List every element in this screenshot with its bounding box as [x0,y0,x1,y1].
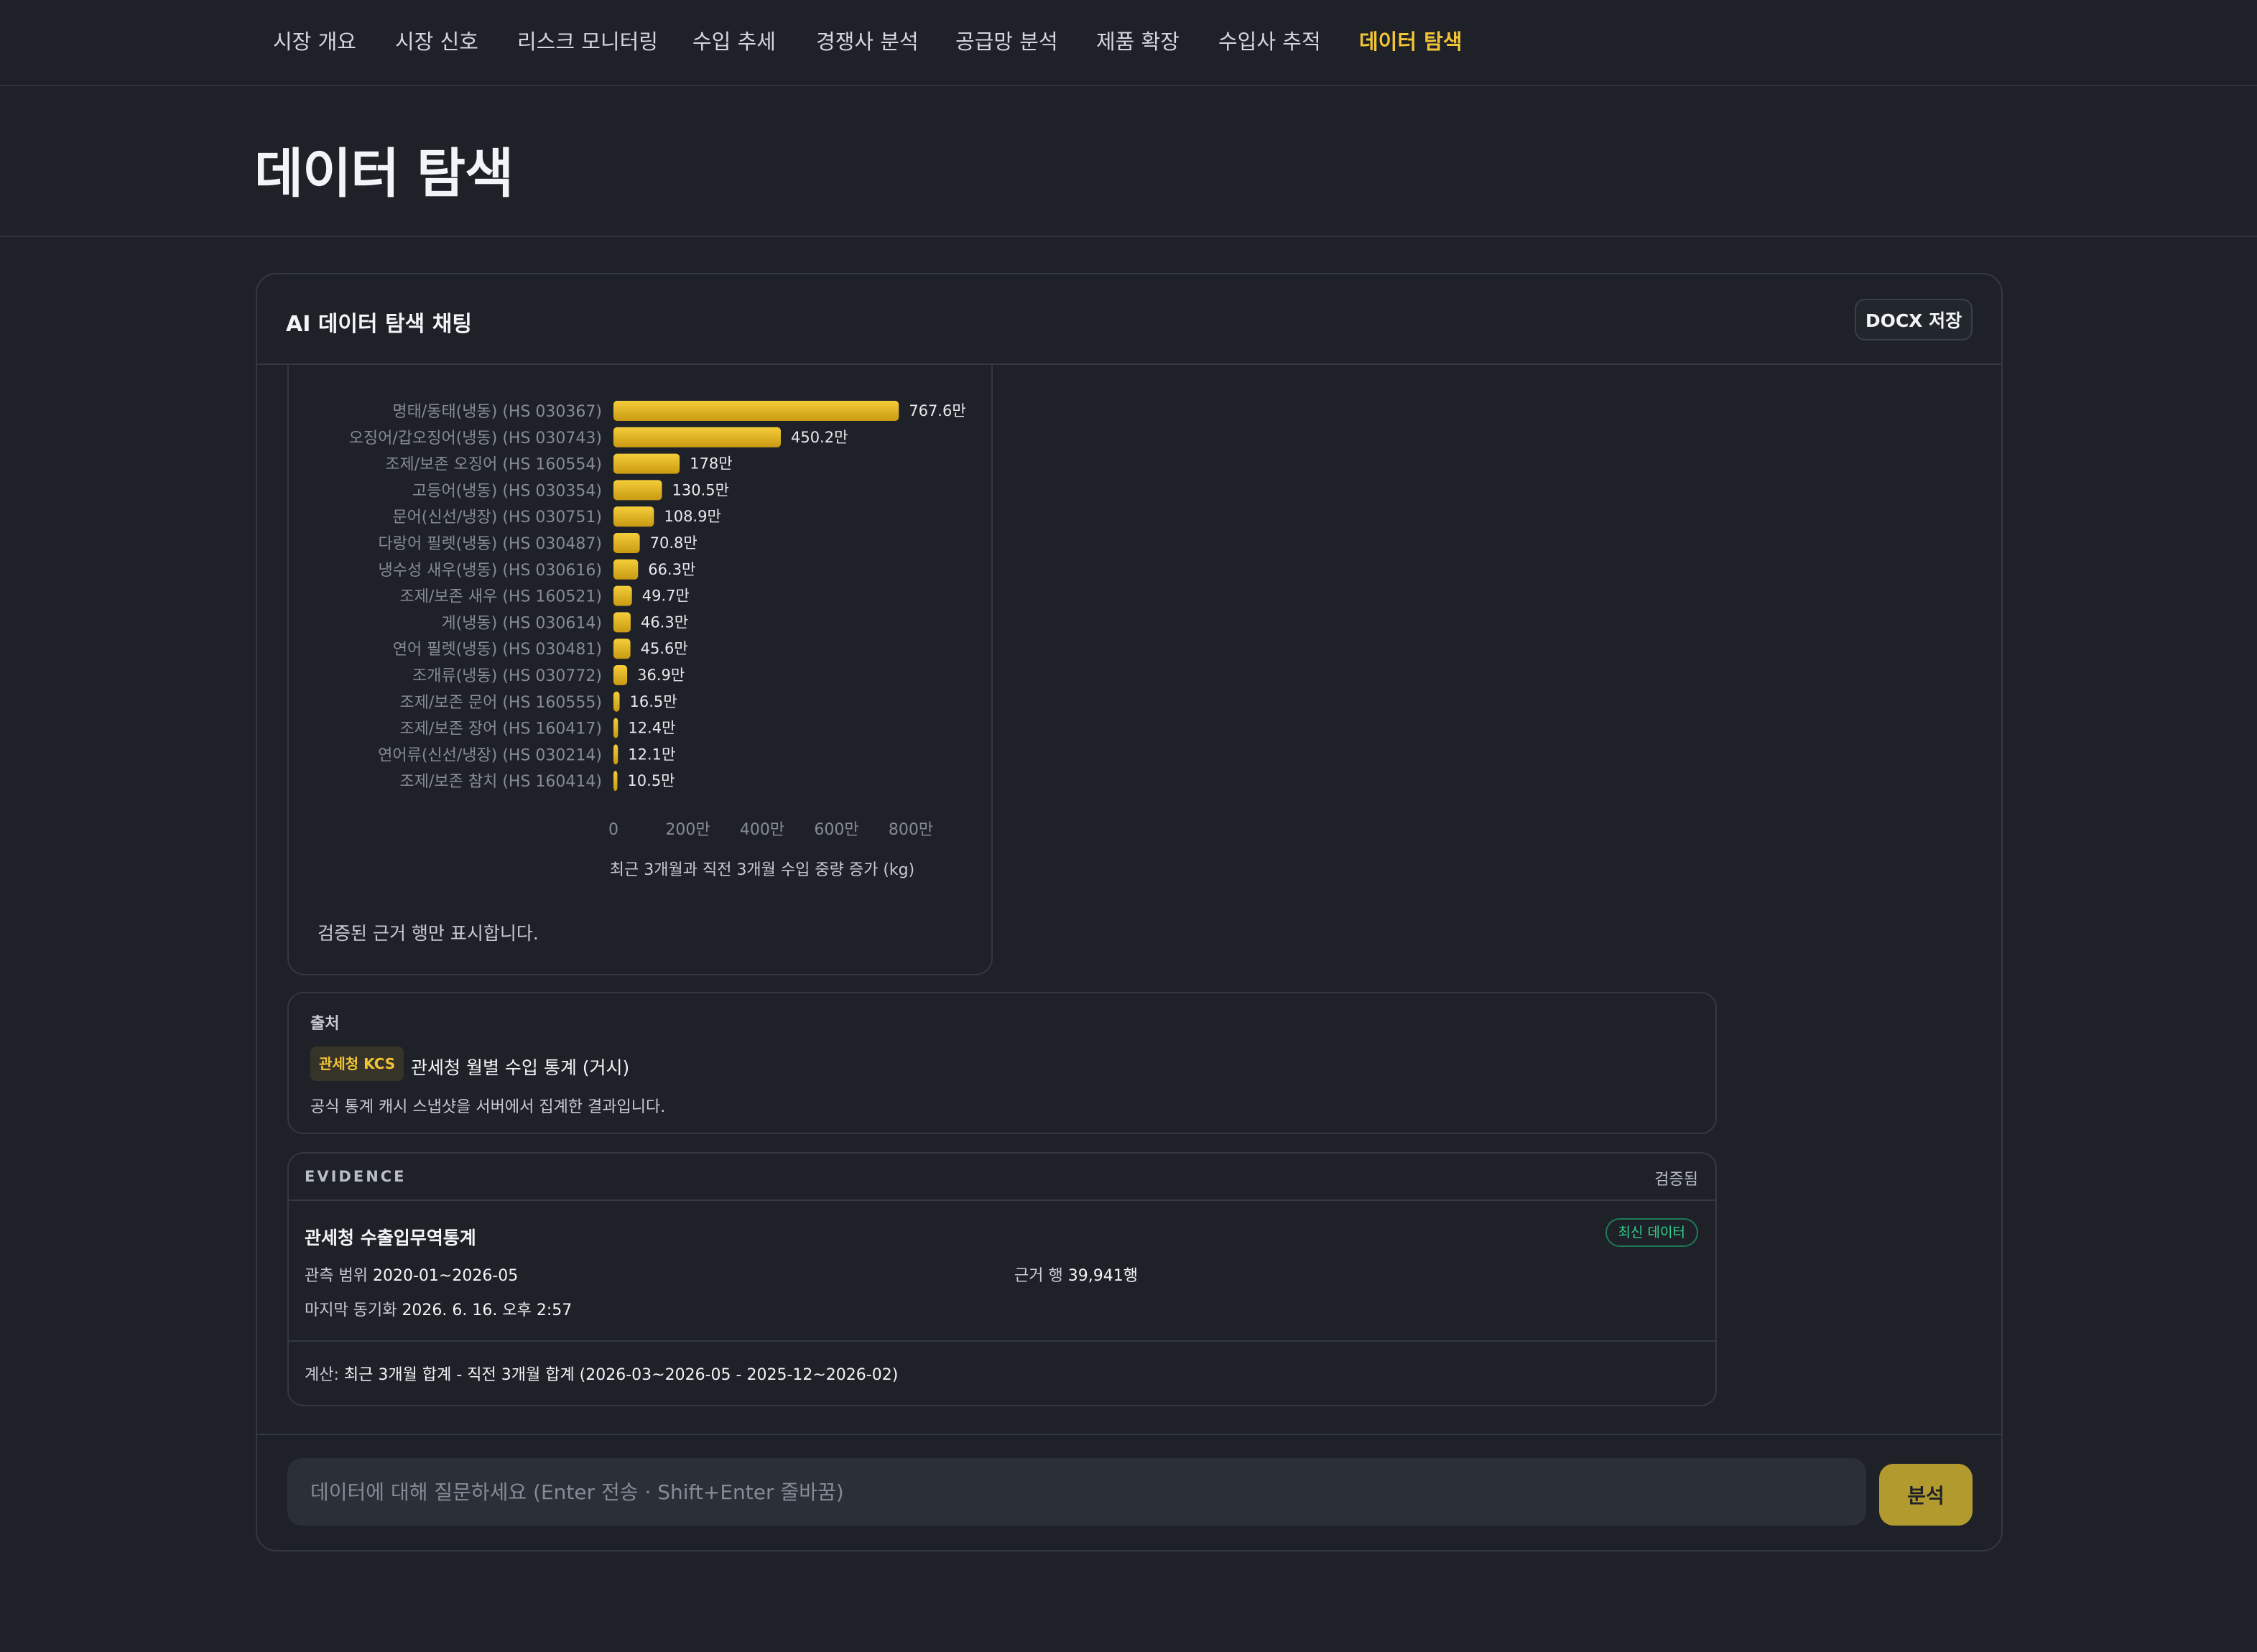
chart-bar [613,533,640,553]
tab-supply-chain[interactable]: 공급망 분석 [955,0,1058,83]
chart-value-label: 46.3만 [641,613,688,631]
chart-value-label: 178만 [690,455,732,473]
chart-value-label: 16.5만 [630,693,677,710]
chart-value-label: 10.5만 [627,772,675,789]
chart-bar [613,691,620,712]
calculation-value: 최근 3개월 합계 - 직전 3개월 합계 (2026-03~2026-05 -… [343,1366,899,1384]
chart-value-label: 70.8만 [650,534,698,552]
top-nav: 시장 개요 시장 신호 리스크 모니터링 수입 추세 경쟁사 분석 공급망 분석… [0,0,2257,86]
chart-bar [613,744,618,765]
chart-category-label: 연어류(신선/냉장) (HS 030214) [378,746,602,764]
chart-value-label: 450.2만 [791,429,848,446]
chart-category-label: 게(냉동) (HS 030614) [441,614,602,632]
last-sync-value: 2026. 6. 16. 오후 2:57 [402,1301,573,1319]
chart-category-label: 조제/보존 참치 (HS 160414) [400,773,603,791]
chart-bar [613,665,628,685]
chat-composer: 분석 [257,1434,2001,1550]
chart-value-label: 36.9만 [637,667,685,684]
evidence-status: 검증됨 [1654,1171,1698,1189]
tab-competitor-analysis[interactable]: 경쟁사 분석 [816,0,919,83]
source-description: 공식 통계 캐시 스냅샷을 서버에서 집계한 결과입니다. [310,1098,666,1116]
source-badge: 관세청 KCS [310,1047,404,1081]
page-title: 데이터 탐색 [254,143,514,205]
chart-bar [613,585,632,606]
chart-card: 명태/동태(냉동) (HS 030367) 오징어/갑오징어(냉동) (HS 03… [287,365,993,975]
evidence-card: EVIDENCE 검증됨 관세청 수출입무역통계 최신 데이터 관측 범위 20… [287,1152,1717,1406]
chart-value-label: 108.9만 [664,508,720,525]
bar-chart: 명태/동태(냉동) (HS 030367) 오징어/갑오징어(냉동) (HS 03… [349,401,966,879]
chat-panel: AI 데이터 탐색 채팅 DOCX 저장 명태/동태(냉동) (HS 03036… [256,273,2003,1551]
chat-input[interactable] [287,1458,1866,1526]
chart-bar [613,506,654,527]
source-card: 출처 관세청 KCS 관세청 월별 수입 통계 (거시) 공식 통계 캐시 스냅… [287,992,1717,1134]
chart-category-label: 오징어/갑오징어(냉동) (HS 030743) [349,430,602,447]
chart-bar [613,401,899,421]
chart-tick-label: 200만 [665,821,710,839]
chart-category-label: 조제/보존 장어 (HS 160417) [400,720,603,738]
tab-importer-tracking[interactable]: 수입사 추적 [1218,0,1321,83]
panel-header: AI 데이터 탐색 채팅 DOCX 저장 [257,274,2001,365]
chart-value-label: 66.3만 [648,561,695,578]
chart-bar [613,453,680,474]
chart-value-label: 12.1만 [628,746,675,763]
tab-import-trends[interactable]: 수입 추세 [692,0,776,83]
last-sync-label: 마지막 동기화 [305,1301,397,1319]
chart-tick-label: 400만 [740,821,784,839]
evidence-rows-label: 근거 행 [1014,1267,1063,1285]
observation-range-label: 관측 범위 [305,1267,368,1285]
tab-market-signals[interactable]: 시장 신호 [395,0,478,83]
fresh-data-badge: 최신 데이터 [1605,1218,1698,1247]
chart-bar [613,639,631,659]
source-label: 출처 [310,1015,340,1033]
chart-category-label: 냉수성 새우(냉동) (HS 030616) [379,562,602,580]
evidence-rows: 근거 행 39,941행 [1014,1263,1138,1286]
last-sync: 마지막 동기화 2026. 6. 16. 오후 2:57 [305,1297,572,1320]
chart-note: 검증된 근거 행만 표시합니다. [318,923,539,944]
chart-category-label: 명태/동태(냉동) (HS 030367) [392,403,602,421]
chart-value-label: 45.6만 [641,640,688,657]
evidence-header: EVIDENCE 검증됨 [289,1154,1715,1201]
calculation-note: 계산: 최근 3개월 합계 - 직전 3개월 합계 (2026-03~2026-… [305,1362,898,1385]
chart-category-label: 조개류(냉동) (HS 030772) [412,667,602,685]
chart-bar [613,612,631,633]
tab-product-expansion[interactable]: 제품 확장 [1096,0,1180,83]
chart-value-label: 49.7만 [642,588,690,605]
chart-category-label: 고등어(냉동) (HS 030354) [412,482,602,500]
calculation-label: 계산: [305,1366,339,1384]
chart-value-label: 12.4만 [628,720,675,737]
chart-tick-label: 600만 [814,821,858,839]
chart-category-label: 문어(신선/냉장) (HS 030751) [392,509,602,526]
observation-range: 관측 범위 2020-01~2026-05 [305,1263,518,1286]
tab-data-exploration[interactable]: 데이터 탐색 [1359,0,1463,83]
chart-category-label: 조제/보존 오징어 (HS 160554) [385,456,602,474]
tab-risk-monitoring[interactable]: 리스크 모니터링 [517,0,658,83]
chart-category-label: 연어 필렛(냉동) (HS 030481) [393,641,602,659]
chart-category-label: 조제/보존 문어 (HS 160555) [400,694,603,712]
chart-category-label: 다랑어 필렛(냉동) (HS 030487) [379,535,602,553]
analyze-button[interactable]: 분석 [1879,1464,1973,1526]
chart-value-label: 767.6만 [909,402,965,419]
chart-bar [613,427,781,447]
chart-category-label: 조제/보존 새우 (HS 160521) [400,588,603,606]
page-header: 데이터 탐색 [0,88,2257,237]
panel-title: AI 데이터 탐색 채팅 [286,312,472,337]
docx-save-button[interactable]: DOCX 저장 [1855,299,1973,340]
chart-tick-label: 0 [608,821,618,839]
chart-bar [613,480,662,501]
observation-range-value: 2020-01~2026-05 [372,1267,519,1285]
evidence-rows-value: 39,941행 [1067,1267,1138,1285]
evidence-title: 관세청 수출입무역통계 [305,1228,476,1248]
chart-value-label: 130.5만 [672,481,729,498]
evidence-divider [289,1340,1715,1342]
chart-bar [613,718,618,738]
chart-tick-label: 800만 [889,821,933,839]
x-axis-label: 최근 3개월과 직전 3개월 수입 중량 증가 (kg) [610,861,914,879]
chart-bar [613,559,639,580]
evidence-label: EVIDENCE [305,1168,407,1185]
source-name: 관세청 월별 수입 통계 (거시) [411,1057,630,1078]
chart-bar [613,771,618,792]
tab-market-overview[interactable]: 시장 개요 [273,0,356,83]
